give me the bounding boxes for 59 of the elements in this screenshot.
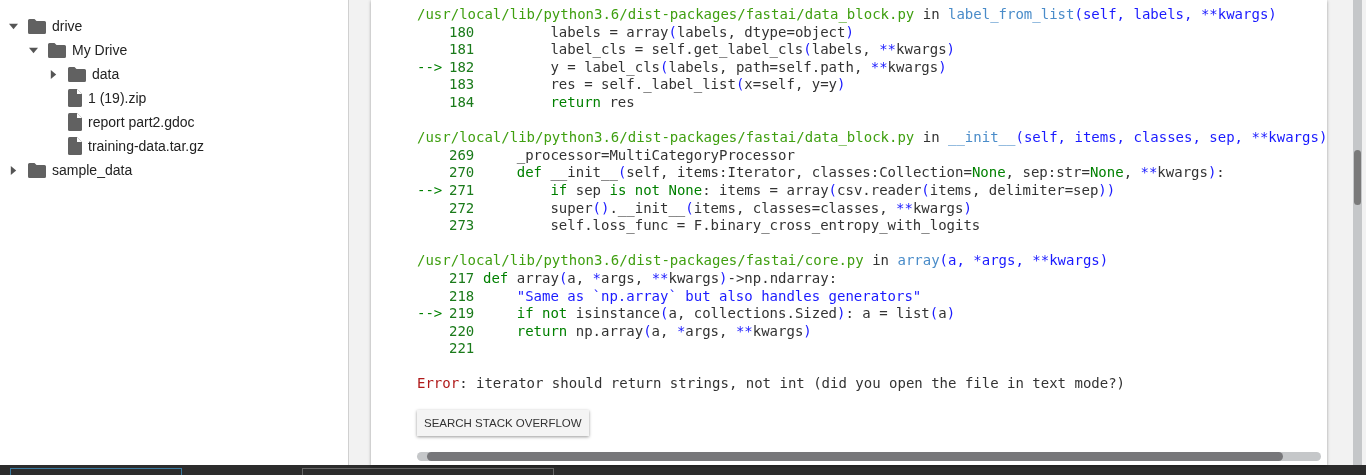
folder-icon [28, 162, 46, 178]
file-name[interactable]: training-data.tar.gz [88, 138, 204, 154]
line-number: 272 [449, 199, 476, 218]
file-icon [68, 137, 82, 155]
line-number: 180 [449, 23, 476, 42]
line-number: 183 [449, 76, 476, 94]
traceback-header: /usr/local/lib/python3.6/dist-packages/fastai/data_block.py in __init__(self, items, classes, sep, **kwargs) [417, 129, 1328, 147]
folder-icon [48, 42, 66, 58]
folder-name[interactable]: My Drive [72, 42, 128, 58]
code-line: super().__init__(items, classes=classes, **kwargs) [549, 199, 972, 218]
search-stack-overflow-button[interactable]: SEARCH STACK OVERFLOW [417, 410, 589, 437]
line-number: 217 [449, 269, 476, 288]
error-message: Error: iterator should return strings, not int (did you open the file in text mode?) [417, 375, 1127, 394]
line-number: 219 [449, 305, 476, 323]
line-number: 182 [449, 58, 476, 77]
file-icon [68, 113, 82, 131]
current-line-marker: --> [417, 181, 444, 200]
taskbar-item[interactable] [10, 468, 182, 475]
line-number: 218 [449, 287, 476, 306]
file-icon [68, 89, 82, 107]
line-number: 269 [449, 146, 476, 165]
code-line: if sep is not None: items = array(csv.reader(items, delimiter=sep)) [549, 181, 1116, 200]
traceback-header: /usr/local/lib/python3.6/dist-packages/fastai/core.py in array(a, *args, **kwargs) [417, 252, 1109, 270]
line-number: 271 [449, 181, 476, 200]
caret-icon[interactable] [8, 22, 18, 31]
folder-name[interactable]: sample_data [52, 162, 133, 178]
code-line: labels = array(labels, dtype=object) [549, 23, 854, 42]
folder-name[interactable]: data [92, 66, 120, 82]
caret-icon[interactable] [28, 46, 38, 55]
code-line: self.loss_func = F.binary_cross_entropy_with_logits [549, 217, 981, 235]
horizontal-scrollbar[interactable] [417, 452, 1322, 461]
code-line: if not isinstance(a, collections.Sized): a = list(a) [515, 305, 956, 323]
vertical-scrollbar[interactable] [1353, 0, 1362, 465]
code-line: y = label_cls(labels, path=self.path, **kwargs) [549, 58, 947, 77]
folder-icon [68, 66, 86, 82]
code-line: "Same as `np.array` but also handles generators" [515, 287, 922, 306]
taskbar-item[interactable] [302, 468, 554, 475]
line-number: 273 [449, 217, 476, 235]
folder-icon [28, 18, 46, 34]
current-line-marker: --> [417, 305, 444, 323]
caret-icon[interactable] [48, 70, 58, 79]
line-number: 184 [449, 93, 476, 112]
line-number: 181 [449, 41, 476, 59]
code-line: return np.array(a, *args, **kwargs) [515, 322, 812, 341]
code-line: res = self._label_list(x=self, y=y) [549, 76, 846, 94]
caret-icon[interactable] [8, 166, 18, 175]
code-line: def array(a, *args, **kwargs)->np.ndarray: [483, 269, 838, 288]
code-line: return res [549, 93, 635, 112]
code-line: _processor=MultiCategoryProcessor [515, 146, 795, 165]
line-number: 270 [449, 164, 476, 182]
line-number: 221 [449, 340, 476, 358]
folder-name[interactable]: drive [52, 18, 83, 34]
file-name[interactable]: report part2.gdoc [88, 114, 195, 130]
code-line: label_cls = self.get_label_cls(labels, **kwargs) [549, 41, 956, 59]
current-line-marker: --> [417, 58, 444, 77]
file-name[interactable]: 1 (19).zip [88, 90, 147, 106]
code-line: def __init__(self, items:Iterator, classes:Collection=None, sep:str=None, **kwargs): [515, 164, 1225, 182]
line-number: 220 [449, 322, 476, 341]
traceback-header: /usr/local/lib/python3.6/dist-packages/fastai/data_block.py in label_from_list(self, labels, **kwargs) [417, 6, 1277, 24]
